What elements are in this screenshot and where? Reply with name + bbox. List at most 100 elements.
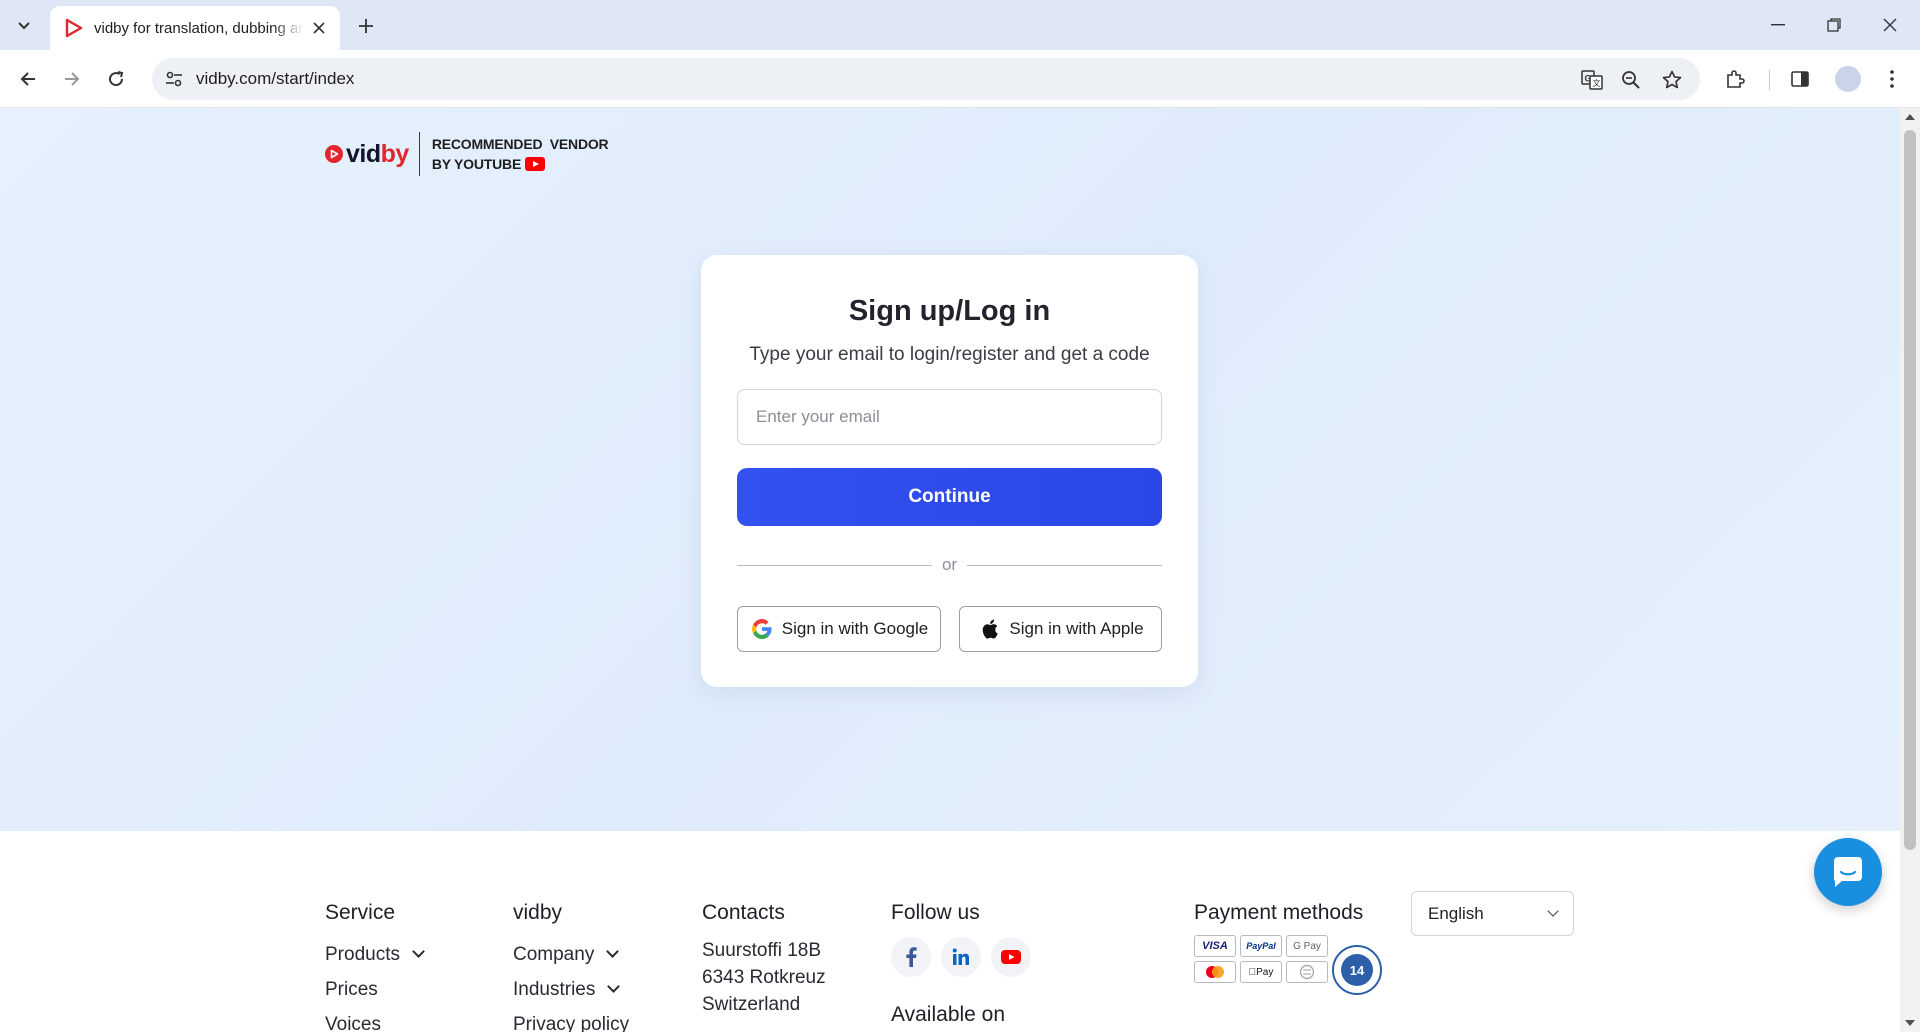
linkedin-icon[interactable] <box>941 937 981 977</box>
login-subtitle: Type your email to login/register and ge… <box>749 344 1150 365</box>
footer-heading-service: Service <box>325 901 396 924</box>
kebab-menu-icon <box>1890 70 1894 88</box>
back-button[interactable] <box>12 63 44 95</box>
google-pay-icon: G Pay <box>1286 935 1328 957</box>
chevron-down-icon <box>606 945 620 958</box>
apple-icon <box>977 617 1001 641</box>
footer-vidby-column: vidby Company Industries Privacy policy <box>513 901 629 1032</box>
reload-button[interactable] <box>100 63 132 95</box>
brand-header: vidby RECOMMENDED VENDOR BY YOUTUBE <box>325 132 609 176</box>
social-links <box>891 937 1031 977</box>
divider-line <box>737 564 932 566</box>
scrollbar-thumb[interactable] <box>1904 130 1916 850</box>
footer-link-products[interactable]: Products <box>325 937 425 972</box>
facebook-icon[interactable] <box>891 937 931 977</box>
footer-link-privacy-policy[interactable]: Privacy policy <box>513 1007 629 1032</box>
visa-icon: VISA <box>1194 935 1236 957</box>
browser-tab-active[interactable]: vidby for translation, dubbing and voice… <box>50 6 340 50</box>
translate-icon[interactable]: G文 <box>1579 67 1605 93</box>
footer-link-label: Products <box>325 944 400 965</box>
footer-link-label: Company <box>513 944 595 965</box>
close-icon <box>1883 18 1897 32</box>
hero-section: vidby RECOMMENDED VENDOR BY YOUTUBE Sign… <box>0 108 1900 831</box>
side-panel-button[interactable] <box>1784 63 1816 95</box>
logo-text: vidby <box>346 139 410 168</box>
page-viewport: vidby RECOMMENDED VENDOR BY YOUTUBE Sign… <box>0 108 1900 1032</box>
vendor-line-1: RECOMMENDED VENDOR <box>431 136 609 152</box>
extensions-button[interactable] <box>1719 63 1751 95</box>
footer-heading-vidby: vidby <box>513 901 563 924</box>
footer-link-label: Industries <box>513 979 596 1000</box>
or-divider: or <box>737 553 1162 577</box>
svg-text:文: 文 <box>1593 78 1601 88</box>
puzzle-icon <box>1727 70 1745 88</box>
footer-heading-available-on: Available on <box>891 1003 1006 1026</box>
footer-link-industries[interactable]: Industries <box>513 972 629 1007</box>
browser-toolbar: vidby.com/start/index G文 <box>0 50 1920 108</box>
language-select[interactable]: English <box>1411 891 1574 936</box>
footer-link-company[interactable]: Company <box>513 937 629 972</box>
restore-icon <box>1827 18 1841 32</box>
new-tab-button[interactable] <box>352 12 380 40</box>
arrow-left-icon <box>20 72 35 86</box>
email-field[interactable] <box>737 389 1162 445</box>
footer-link-prices[interactable]: Prices <box>325 972 423 1007</box>
google-icon <box>750 617 774 641</box>
chevron-down-icon <box>1547 904 1559 917</box>
google-signin-label: Sign in with Google <box>781 619 929 638</box>
site-footer: Service Products Prices Voices vidby Com… <box>0 831 1900 1032</box>
mastercard-icon <box>1194 961 1236 983</box>
browser-tab-strip: vidby for translation, dubbing and voice… <box>0 0 1920 50</box>
minimize-icon <box>1771 24 1785 26</box>
profile-button[interactable] <box>1832 63 1864 95</box>
footer-payment-column: Payment methods VISA PayPal G Pay Pay 1… <box>1194 901 1382 995</box>
site-info-icon[interactable] <box>162 67 186 91</box>
side-panel-icon <box>1791 71 1809 87</box>
footer-heading-contacts: Contacts <box>702 901 785 924</box>
footer-heading-follow: Follow us <box>891 901 980 924</box>
forward-button[interactable] <box>56 63 88 95</box>
close-window-button[interactable] <box>1870 8 1910 42</box>
menu-button[interactable] <box>1876 63 1908 95</box>
bookmark-star-icon[interactable] <box>1659 67 1685 93</box>
address-line: 6343 Rotkreuz <box>702 967 826 988</box>
apple-signin-button[interactable]: Sign in with Apple <box>959 606 1162 652</box>
address-line: Switzerland <box>702 994 801 1015</box>
toolbar-divider <box>1769 70 1770 90</box>
footer-link-voices[interactable]: Voices <box>325 1007 423 1032</box>
youtube-icon[interactable] <box>991 937 1031 977</box>
footer-heading-payment: Payment methods <box>1194 901 1364 924</box>
money-back-guarantee-badge: 14 <box>1332 945 1382 995</box>
avatar <box>1835 66 1861 92</box>
footer-service-column: Service Products Prices Voices <box>325 901 425 1032</box>
chevron-down-icon <box>607 980 621 993</box>
scroll-down-arrow-icon[interactable] <box>1905 1020 1915 1026</box>
vidby-favicon-icon <box>62 17 84 39</box>
scroll-up-arrow-icon[interactable] <box>1905 114 1915 120</box>
tab-search-button[interactable] <box>10 12 38 40</box>
chevron-down-icon <box>18 22 30 30</box>
footer-follow-column: Follow us Available on <box>891 901 1031 1027</box>
reload-icon <box>109 71 124 87</box>
page-scrollbar[interactable] <box>1900 108 1920 1032</box>
google-signin-button[interactable]: Sign in with Google <box>737 606 941 652</box>
tab-title: vidby for translation, dubbing and voice… <box>94 19 304 37</box>
apple-signin-label: Sign in with Apple <box>1009 619 1144 638</box>
or-label: or <box>941 555 958 574</box>
restore-button[interactable] <box>1814 8 1854 42</box>
continue-button[interactable]: Continue <box>737 468 1162 526</box>
plus-icon <box>359 19 373 33</box>
vendor-badge: RECOMMENDED VENDOR BY YOUTUBE <box>432 134 609 174</box>
address-bar[interactable]: vidby.com/start/index G文 <box>152 58 1700 100</box>
arrow-right-icon <box>65 72 80 86</box>
url-text: vidby.com/start/index <box>196 69 355 88</box>
login-card: Sign up/Log in Type your email to login/… <box>701 255 1198 687</box>
vidby-logo[interactable]: vidby <box>325 140 409 169</box>
logo-text-accent: by <box>380 139 410 168</box>
address-line: Suurstoffi 18B <box>702 940 822 961</box>
zoom-icon[interactable] <box>1618 67 1644 93</box>
tab-close-icon[interactable] <box>310 19 328 37</box>
chat-widget-button[interactable] <box>1814 838 1882 906</box>
minimize-button[interactable] <box>1758 8 1798 42</box>
vendor-line-2: BY YOUTUBE <box>431 156 522 172</box>
